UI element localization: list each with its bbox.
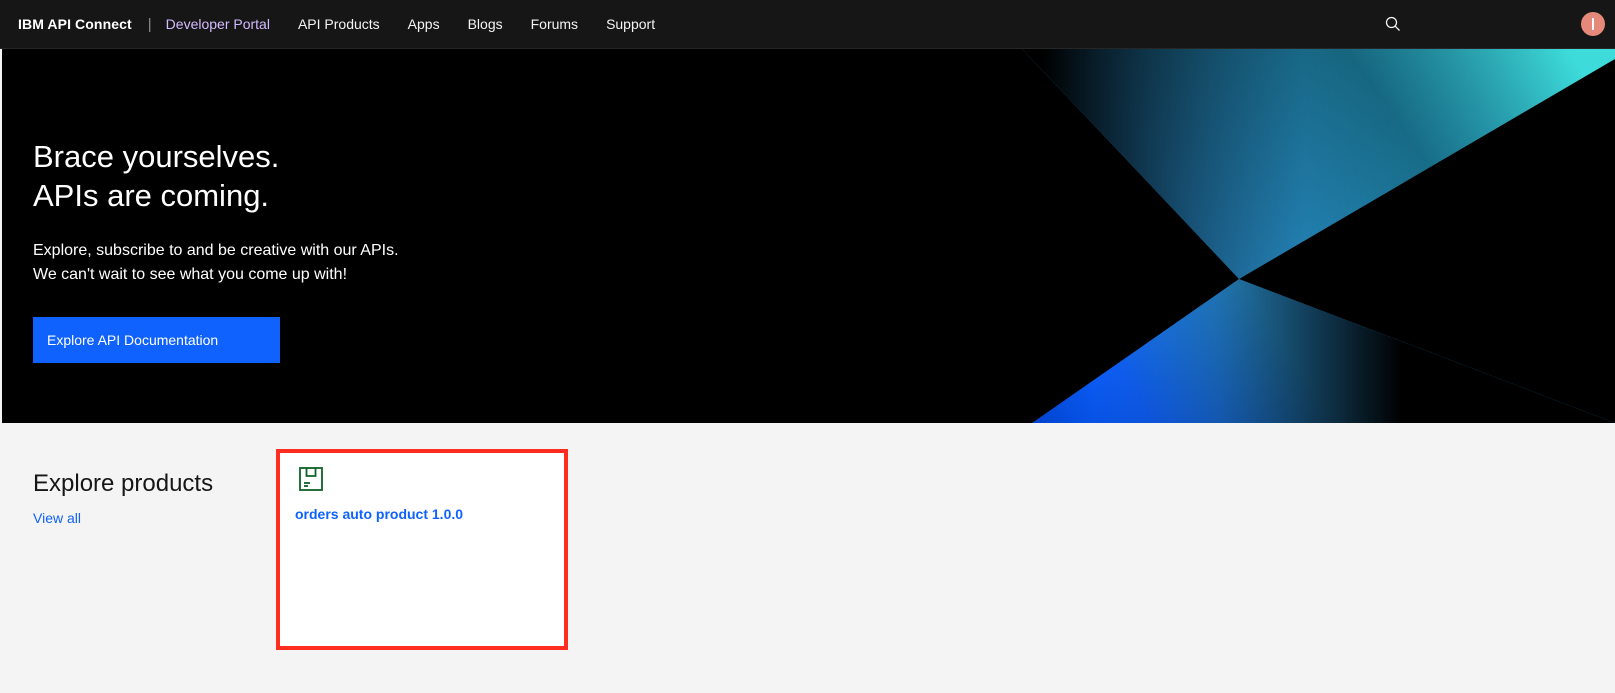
- section-title: Explore products: [33, 470, 214, 497]
- explore-api-documentation-button[interactable]: Explore API Documentation: [33, 317, 280, 363]
- product-card[interactable]: orders auto product 1.0.0: [276, 449, 568, 650]
- product-name-link[interactable]: orders auto product 1.0.0: [295, 506, 463, 522]
- product-icon: [298, 466, 324, 492]
- top-navigation-bar: IBM API Connect | Developer Portal API P…: [0, 0, 1615, 49]
- nav-item-forums[interactable]: Forums: [517, 0, 592, 49]
- hero-graphic: [1022, 49, 1615, 423]
- hero-subtitle: Explore, subscribe to and be creative wi…: [33, 239, 399, 287]
- nav-item-blogs[interactable]: Blogs: [454, 0, 517, 49]
- hero-title: Brace yourselves. APIs are coming.: [33, 137, 279, 215]
- hero-title-line-1: Brace yourselves.: [33, 139, 280, 174]
- hero-subtitle-line-1: Explore, subscribe to and be creative wi…: [33, 242, 399, 259]
- view-all-link[interactable]: View all: [33, 510, 81, 526]
- hero-title-line-2: APIs are coming.: [33, 178, 270, 213]
- avatar-glyph: [1592, 18, 1594, 30]
- brand-separator: |: [147, 15, 152, 33]
- portal-name[interactable]: Developer Portal: [166, 16, 270, 32]
- nav-item-support[interactable]: Support: [592, 0, 669, 49]
- hero-banner: Brace yourselves. APIs are coming. Explo…: [2, 49, 1615, 423]
- user-avatar[interactable]: [1581, 12, 1605, 36]
- search-icon[interactable]: [1383, 14, 1403, 34]
- nav-item-apps[interactable]: Apps: [394, 0, 454, 49]
- nav-item-api-products[interactable]: API Products: [284, 0, 394, 49]
- hero-subtitle-line-2: We can't wait to see what you come up wi…: [33, 266, 348, 283]
- brand-name[interactable]: IBM API Connect: [18, 16, 132, 32]
